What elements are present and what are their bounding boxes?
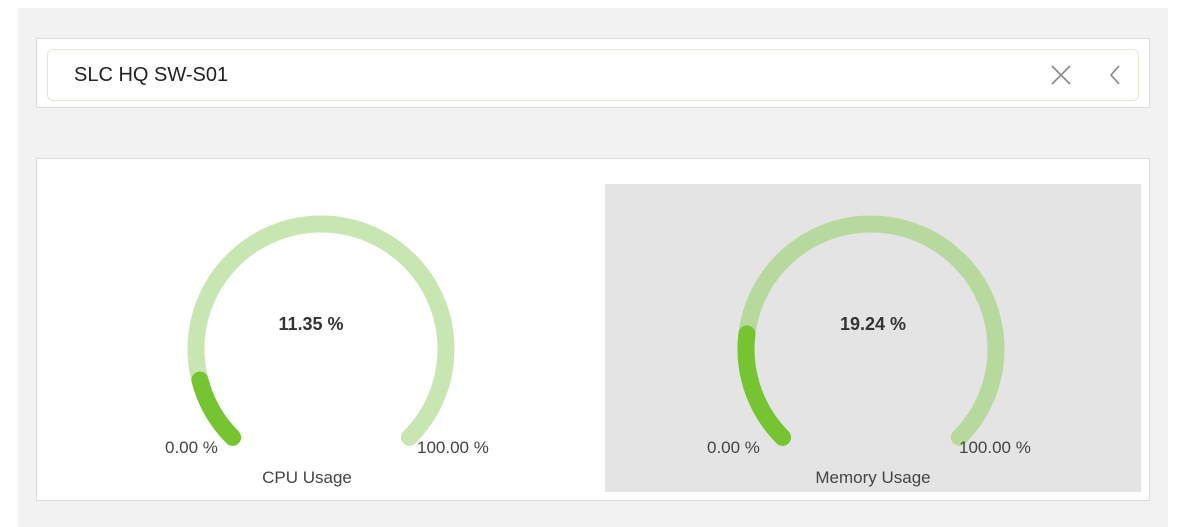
- cpu-gauge-title: CPU Usage: [262, 468, 352, 487]
- cpu-gauge-value: 11.35 %: [278, 314, 344, 334]
- close-icon[interactable]: [1048, 62, 1074, 88]
- cpu-gauge-min-label: 0.00 %: [165, 438, 218, 457]
- cpu-gauge-card: 11.35 % 0.00 % 100.00 % CPU Usage: [55, 184, 591, 492]
- memory-gauge-title: Memory Usage: [815, 468, 931, 487]
- memory-gauge-value: 19.24 %: [839, 314, 907, 334]
- memory-gauge-max-label: 100.00 %: [959, 438, 1031, 457]
- device-name: SLC HQ SW-S01: [74, 64, 229, 86]
- dashboard-canvas: SLC HQ SW-S01 11.35 % 0.00 % 100.00 % CP…: [18, 8, 1168, 527]
- cpu-gauge: [187, 215, 455, 446]
- chevron-left-icon[interactable]: [1103, 62, 1129, 88]
- memory-gauge-card: 19.24 % 0.00 % 100.00 % Memory Usage: [605, 184, 1141, 492]
- memory-gauge: [737, 215, 1005, 446]
- cpu-gauge-fill: [191, 371, 242, 446]
- memory-gauge-fill: [737, 325, 792, 446]
- device-header-panel: SLC HQ SW-S01: [36, 38, 1150, 108]
- device-selector-bar[interactable]: SLC HQ SW-S01: [47, 49, 1139, 101]
- cpu-gauge-max-label: 100.00 %: [417, 438, 489, 457]
- memory-gauge-min-label: 0.00 %: [707, 438, 760, 457]
- gauges-panel: 11.35 % 0.00 % 100.00 % CPU Usage 19.24 …: [36, 158, 1150, 501]
